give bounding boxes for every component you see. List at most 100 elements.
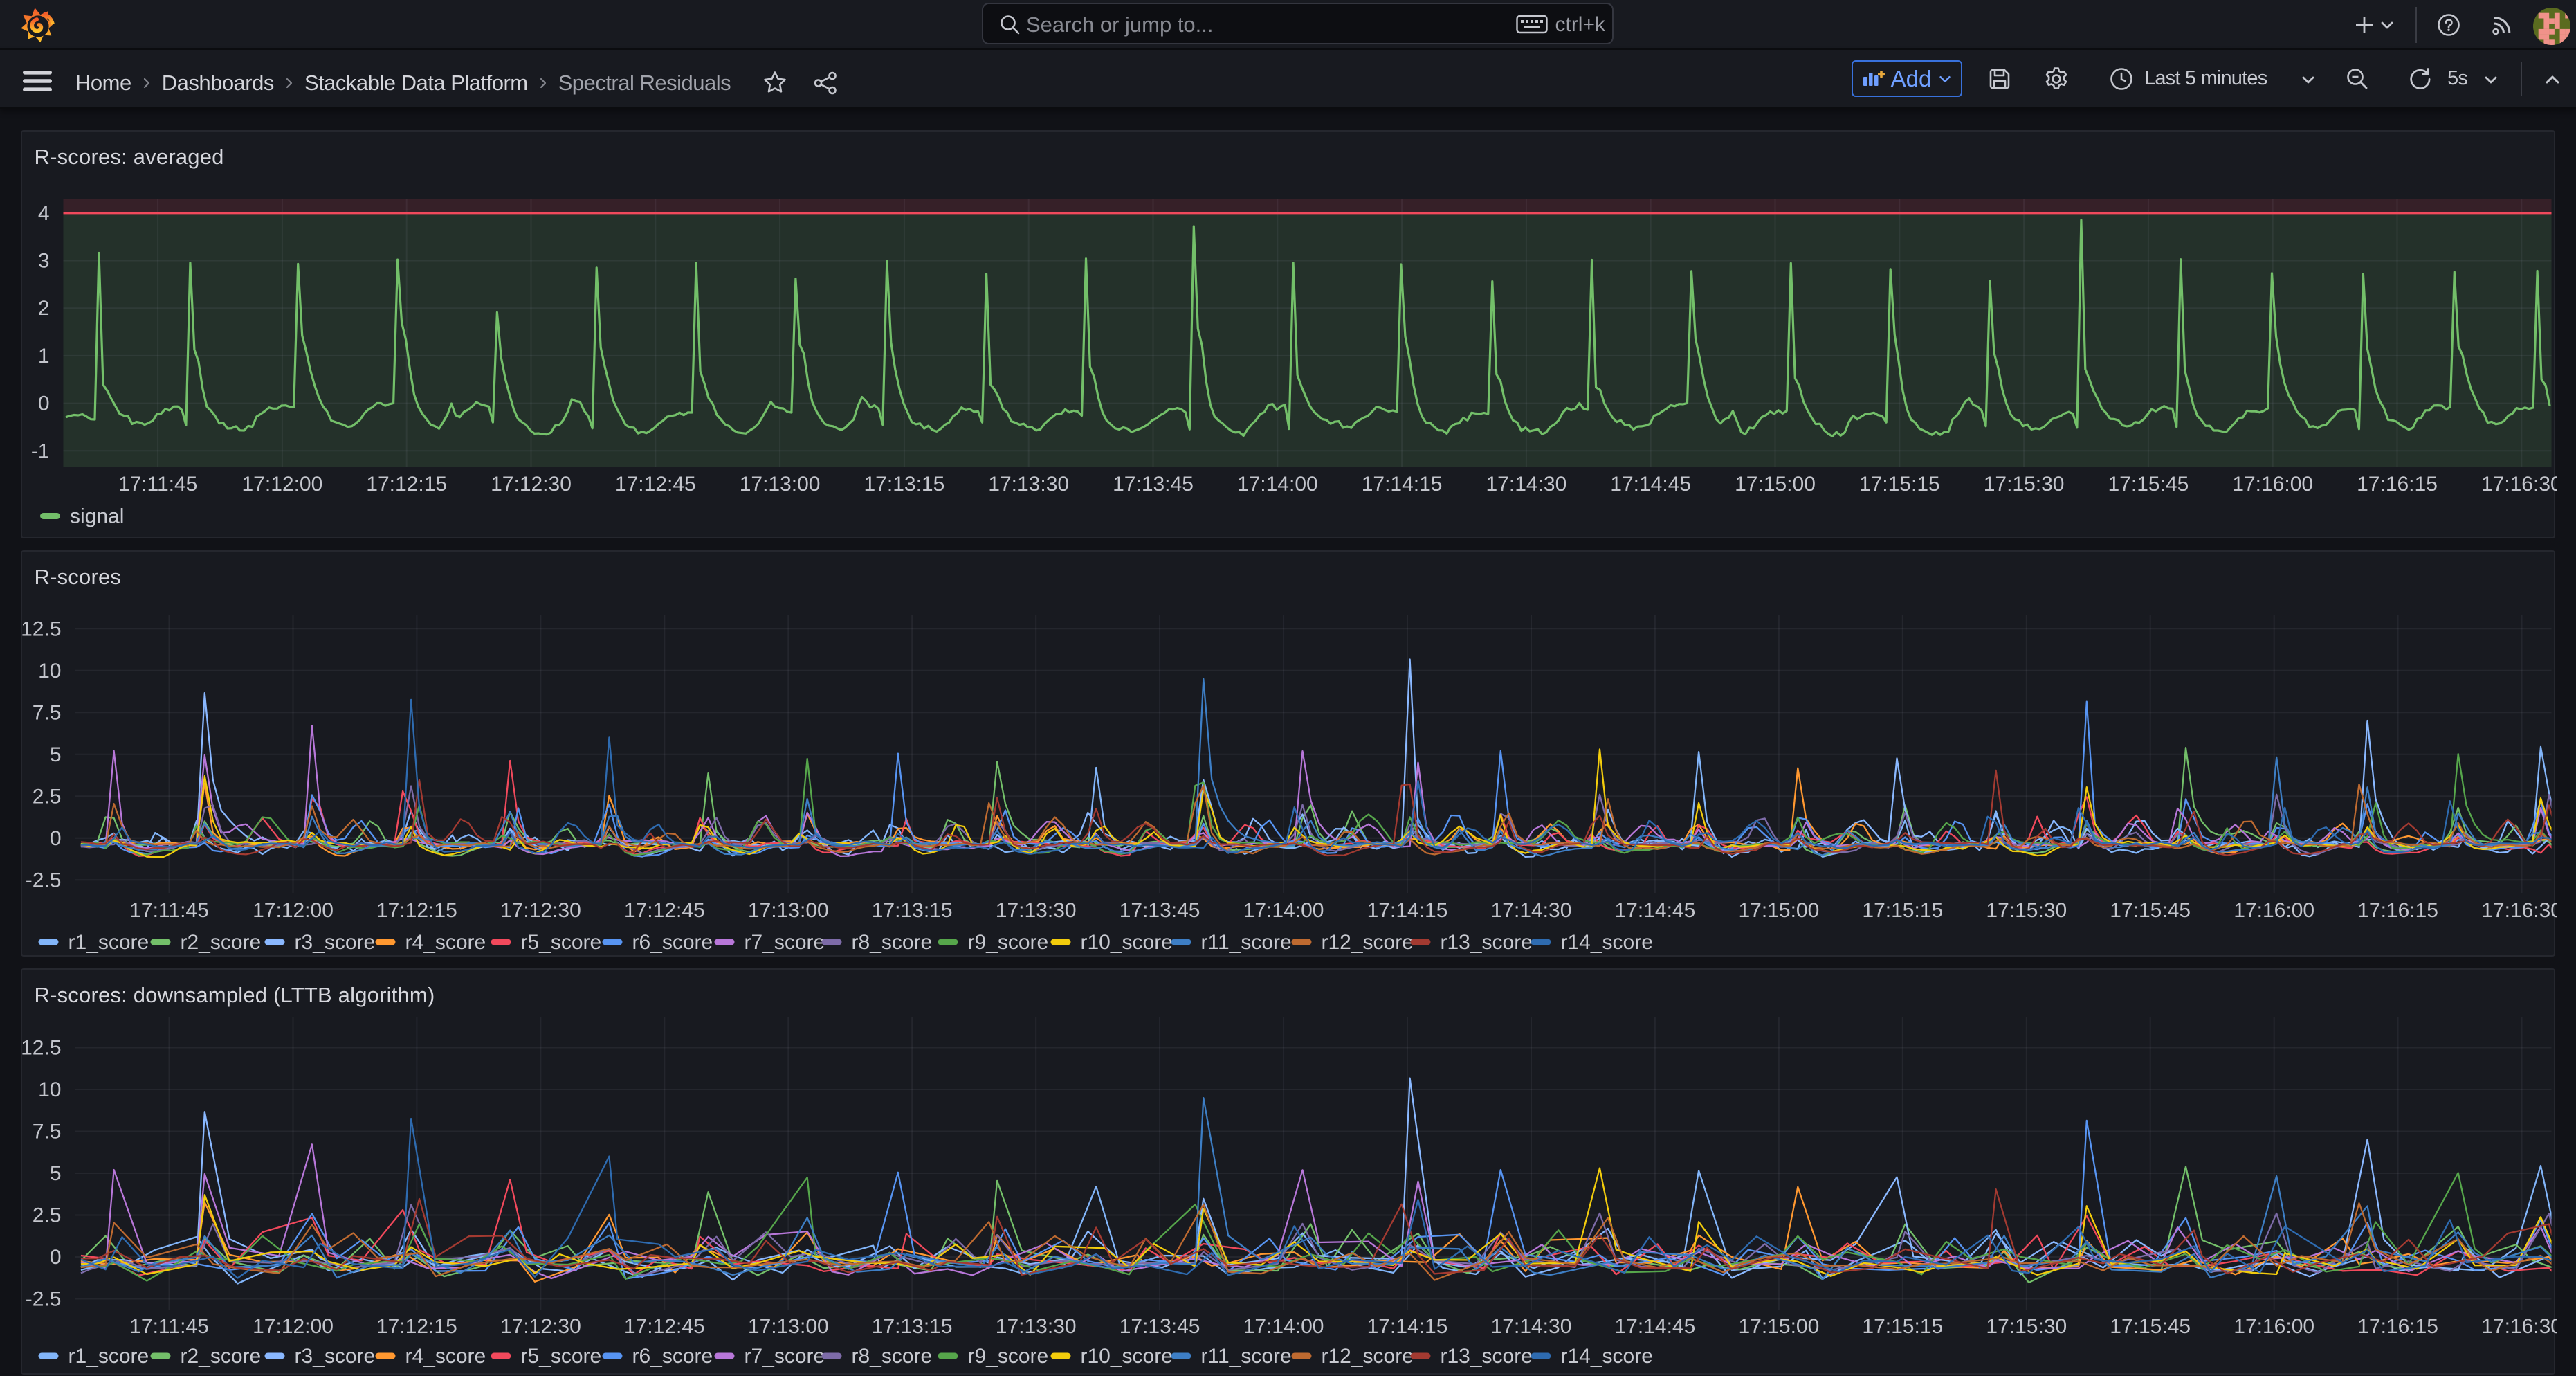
svg-text:17:15:15: 17:15:15 — [1858, 473, 1939, 496]
svg-text:17:14:30: 17:14:30 — [1490, 1315, 1571, 1338]
svg-text:17:12:30: 17:12:30 — [500, 1315, 581, 1338]
svg-text:r9_score: r9_score — [967, 1345, 1048, 1368]
svg-text:5: 5 — [49, 743, 61, 766]
svg-text:17:16:00: 17:16:00 — [2234, 1315, 2314, 1338]
svg-text:4: 4 — [37, 202, 49, 225]
svg-text:r12_score: r12_score — [1321, 1345, 1413, 1368]
svg-text:17:15:30: 17:15:30 — [1986, 899, 2067, 922]
svg-text:r11_score: r11_score — [1200, 931, 1291, 954]
svg-text:17:12:45: 17:12:45 — [614, 473, 695, 496]
svg-text:17:14:15: 17:14:15 — [1361, 473, 1442, 496]
svg-text:r13_score: r13_score — [1440, 931, 1532, 954]
svg-text:-2.5: -2.5 — [25, 869, 61, 891]
svg-text:17:16:30: 17:16:30 — [2481, 473, 2556, 496]
svg-text:signal: signal — [70, 505, 124, 528]
svg-text:17:13:45: 17:13:45 — [1119, 1315, 1200, 1338]
svg-text:17:14:00: 17:14:00 — [1243, 899, 1324, 922]
svg-text:r11_score: r11_score — [1200, 1345, 1291, 1368]
svg-text:r2_score: r2_score — [180, 1345, 261, 1368]
svg-text:10: 10 — [38, 1078, 61, 1101]
svg-text:r3_score: r3_score — [294, 1345, 375, 1368]
svg-text:17:12:00: 17:12:00 — [253, 899, 334, 922]
svg-text:17:14:15: 17:14:15 — [1367, 899, 1447, 922]
svg-text:17:16:30: 17:16:30 — [2481, 899, 2557, 922]
svg-text:17:15:15: 17:15:15 — [1862, 899, 1943, 922]
svg-text:r13_score: r13_score — [1440, 1345, 1532, 1368]
svg-text:17:13:45: 17:13:45 — [1113, 473, 1194, 496]
svg-text:10: 10 — [38, 660, 61, 682]
svg-text:17:16:15: 17:16:15 — [2357, 473, 2438, 496]
svg-text:r12_score: r12_score — [1321, 931, 1413, 954]
svg-text:r10_score: r10_score — [1080, 931, 1172, 954]
svg-text:17:15:30: 17:15:30 — [1983, 473, 2064, 496]
svg-text:17:13:00: 17:13:00 — [739, 473, 820, 496]
svg-text:r5_score: r5_score — [520, 1345, 601, 1368]
svg-text:r1_score: r1_score — [68, 931, 149, 954]
svg-text:r7_score: r7_score — [744, 1345, 825, 1368]
svg-text:17:13:00: 17:13:00 — [747, 1315, 828, 1338]
svg-text:0: 0 — [37, 392, 49, 415]
svg-text:5: 5 — [49, 1162, 61, 1185]
svg-text:-2.5: -2.5 — [25, 1288, 61, 1311]
svg-text:17:13:45: 17:13:45 — [1119, 899, 1200, 922]
svg-text:17:13:15: 17:13:15 — [871, 1315, 952, 1338]
svg-text:7.5: 7.5 — [32, 1121, 61, 1143]
svg-text:r4_score: r4_score — [405, 931, 486, 954]
svg-text:17:14:15: 17:14:15 — [1367, 1315, 1447, 1338]
svg-text:17:14:00: 17:14:00 — [1243, 1315, 1324, 1338]
svg-text:17:14:45: 17:14:45 — [1610, 473, 1691, 496]
svg-text:17:15:00: 17:15:00 — [1735, 473, 1816, 496]
svg-text:17:11:45: 17:11:45 — [129, 899, 209, 922]
svg-text:17:13:15: 17:13:15 — [864, 473, 944, 496]
svg-text:17:13:00: 17:13:00 — [747, 899, 828, 922]
svg-text:2.5: 2.5 — [32, 1204, 61, 1227]
svg-text:17:15:30: 17:15:30 — [1986, 1315, 2067, 1338]
svg-text:r2_score: r2_score — [180, 931, 261, 954]
svg-text:17:11:45: 17:11:45 — [129, 1315, 209, 1338]
svg-text:r4_score: r4_score — [405, 1345, 486, 1368]
svg-text:17:15:45: 17:15:45 — [2108, 473, 2189, 496]
svg-text:17:16:00: 17:16:00 — [2234, 899, 2314, 922]
svg-text:0: 0 — [49, 1246, 61, 1269]
svg-text:17:14:30: 17:14:30 — [1490, 899, 1571, 922]
svg-text:r6_score: r6_score — [632, 1345, 713, 1368]
svg-text:r5_score: r5_score — [520, 931, 601, 954]
svg-text:17:14:45: 17:14:45 — [1614, 899, 1695, 922]
svg-text:17:13:15: 17:13:15 — [871, 899, 952, 922]
svg-text:17:11:45: 17:11:45 — [118, 473, 197, 496]
svg-text:17:15:15: 17:15:15 — [1862, 1315, 1943, 1338]
svg-text:17:12:15: 17:12:15 — [366, 473, 447, 496]
svg-text:r3_score: r3_score — [294, 931, 375, 954]
svg-text:r10_score: r10_score — [1080, 1345, 1172, 1368]
svg-text:17:12:30: 17:12:30 — [491, 473, 572, 496]
svg-text:-1: -1 — [30, 440, 49, 462]
svg-text:17:12:00: 17:12:00 — [241, 473, 322, 496]
svg-text:2.5: 2.5 — [32, 785, 61, 808]
svg-text:17:14:30: 17:14:30 — [1486, 473, 1566, 496]
svg-text:17:12:15: 17:12:15 — [376, 1315, 457, 1338]
svg-text:17:15:00: 17:15:00 — [1738, 1315, 1819, 1338]
svg-text:17:13:30: 17:13:30 — [988, 473, 1069, 496]
svg-text:17:16:30: 17:16:30 — [2481, 1315, 2557, 1338]
svg-text:7.5: 7.5 — [32, 701, 61, 724]
svg-text:3: 3 — [37, 250, 49, 273]
svg-text:17:15:45: 17:15:45 — [2110, 899, 2191, 922]
svg-text:17:14:45: 17:14:45 — [1614, 1315, 1695, 1338]
svg-text:17:14:00: 17:14:00 — [1236, 473, 1317, 496]
svg-text:r6_score: r6_score — [632, 931, 713, 954]
svg-text:17:12:00: 17:12:00 — [253, 1315, 334, 1338]
svg-text:17:12:30: 17:12:30 — [500, 899, 581, 922]
svg-text:r14_score: r14_score — [1560, 931, 1652, 954]
svg-text:17:16:15: 17:16:15 — [2357, 899, 2438, 922]
svg-text:r1_score: r1_score — [68, 1345, 149, 1368]
svg-text:17:12:45: 17:12:45 — [623, 899, 704, 922]
svg-text:17:13:30: 17:13:30 — [995, 1315, 1076, 1338]
svg-text:17:16:00: 17:16:00 — [2232, 473, 2313, 496]
svg-text:r8_score: r8_score — [851, 1345, 932, 1368]
svg-text:17:15:00: 17:15:00 — [1738, 899, 1819, 922]
svg-text:2: 2 — [37, 297, 49, 320]
svg-text:r8_score: r8_score — [851, 931, 932, 954]
svg-text:12.5: 12.5 — [22, 1037, 62, 1060]
svg-text:r9_score: r9_score — [967, 931, 1048, 954]
svg-text:17:15:45: 17:15:45 — [2110, 1315, 2191, 1338]
